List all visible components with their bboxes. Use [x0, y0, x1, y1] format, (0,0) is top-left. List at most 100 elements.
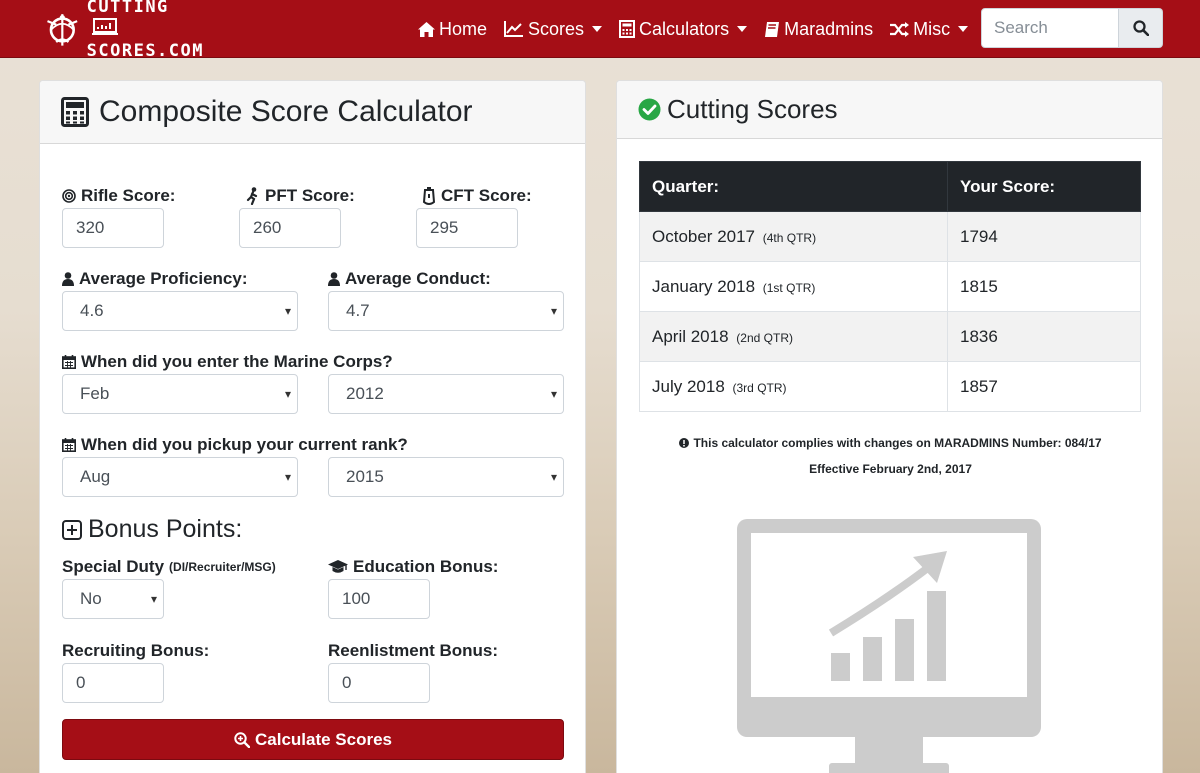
- nav-scores[interactable]: Scores: [504, 18, 603, 40]
- special-duty-label: Special Duty (DI/Recruiter/MSG): [62, 557, 276, 577]
- nav-calculators[interactable]: Calculators: [619, 19, 748, 40]
- cutting-scores-title: Cutting Scores: [667, 94, 838, 124]
- conduct-label: Average Conduct:: [328, 269, 491, 289]
- bonus-points-heading: Bonus Points:: [62, 515, 242, 544]
- calculator-card: Composite Score Calculator Rifle Score: …: [39, 80, 586, 773]
- rifle-label-text: Rifle Score:: [81, 186, 176, 205]
- nav-misc-label: Misc: [913, 18, 951, 39]
- rank-year-value: 2015: [346, 467, 384, 486]
- search-input[interactable]: [981, 8, 1119, 48]
- conduct-select[interactable]: 4.7: [328, 291, 564, 331]
- running-icon: [246, 187, 258, 205]
- calendar-icon: [62, 438, 76, 452]
- education-bonus-input[interactable]: 100: [328, 579, 430, 619]
- reenlistment-label-text: Reenlistment Bonus:: [328, 641, 499, 660]
- quarter-tag: (1st QTR): [762, 280, 816, 295]
- rifle-label: Rifle Score:: [62, 186, 175, 206]
- score-cell: 1836: [947, 311, 1141, 362]
- quarter-name: October 2017: [652, 226, 756, 246]
- calculator-icon: [619, 20, 636, 38]
- nav-maradmins[interactable]: Maradmins: [764, 19, 873, 40]
- quarter-cell: October 2017 (4th QTR): [639, 211, 948, 262]
- cutting-scores-card: Cutting Scores Quarter: Your Score: Octo…: [616, 80, 1163, 773]
- rank-year-select[interactable]: 2015: [328, 457, 564, 497]
- quarter-column-header: Quarter:: [639, 161, 948, 212]
- table-header-row: Quarter: Your Score:: [639, 161, 1141, 212]
- emblem-icon: [47, 14, 78, 46]
- random-icon: [890, 21, 910, 37]
- brand-text: CUTTING SCORES.COM: [87, 0, 204, 62]
- rank-date-label: When did you pickup your current rank?: [62, 435, 408, 455]
- recruiting-label: Recruiting Bonus:: [62, 641, 209, 661]
- enter-month-value: Feb: [80, 384, 110, 403]
- pft-label: PFT Score:: [246, 186, 355, 206]
- proficiency-label-text: Average Proficiency:: [79, 269, 248, 288]
- education-label-text: Education Bonus:: [353, 557, 499, 576]
- chevron-down-icon: [958, 26, 969, 32]
- effective-date-text: Effective February 2nd, 2017: [809, 462, 972, 476]
- cft-score-input[interactable]: 295: [416, 208, 518, 248]
- quarter-cell: July 2018 (3rd QTR): [639, 361, 948, 412]
- special-duty-value: No: [80, 589, 102, 608]
- conduct-label-text: Average Conduct:: [345, 269, 491, 288]
- nav-misc[interactable]: Misc: [890, 18, 969, 40]
- chart-icon: [504, 21, 524, 37]
- brand-logo[interactable]: CUTTING SCORES.COM: [44, 0, 204, 61]
- user-icon: [328, 272, 340, 286]
- reenlistment-label: Reenlistment Bonus:: [328, 641, 498, 661]
- recruiting-bonus-input[interactable]: 0: [62, 663, 164, 703]
- maradmin-note-text: This calculator complies with changes on…: [693, 436, 1102, 450]
- special-duty-label-text: Special Duty: [62, 557, 165, 576]
- brand-line2: SCORES.COM: [86, 41, 204, 61]
- special-duty-select[interactable]: No: [62, 579, 164, 619]
- quarter-name: April 2018: [652, 326, 729, 346]
- graduation-cap-icon: [328, 560, 348, 573]
- chevron-down-icon: [737, 26, 748, 32]
- nav-scores-label: Scores: [528, 18, 585, 39]
- quarter-name: July 2018: [652, 376, 725, 396]
- user-icon: [62, 272, 74, 286]
- quarter-cell: January 2018 (1st QTR): [639, 261, 948, 312]
- calculate-scores-button[interactable]: Calculate Scores: [62, 719, 564, 760]
- chevron-down-icon: [592, 26, 603, 32]
- enter-year-select[interactable]: 2012: [328, 374, 564, 414]
- search-button[interactable]: [1119, 8, 1163, 48]
- brand-line1: CUTTING: [86, 0, 169, 17]
- calculator-icon: [61, 97, 89, 127]
- proficiency-label: Average Proficiency:: [62, 269, 248, 289]
- quarter-name: January 2018: [652, 276, 756, 296]
- table-row: January 2018 (1st QTR) 1815: [639, 261, 1141, 312]
- rank-date-label-text: When did you pickup your current rank?: [81, 435, 408, 454]
- info-icon: [679, 438, 690, 448]
- search-plus-icon: [234, 731, 250, 748]
- rank-month-value: Aug: [80, 467, 111, 486]
- reenlistment-bonus-input[interactable]: 0: [328, 663, 430, 703]
- home-icon: [418, 21, 435, 37]
- special-duty-sub: (DI/Recruiter/MSG): [169, 560, 276, 574]
- pft-label-text: PFT Score:: [265, 186, 355, 205]
- conduct-select-value: 4.7: [346, 301, 370, 320]
- recruiting-label-text: Recruiting Bonus:: [62, 641, 210, 660]
- calculator-header: Composite Score Calculator: [40, 81, 585, 144]
- enter-date-label: When did you enter the Marine Corps?: [62, 352, 393, 372]
- proficiency-select[interactable]: 4.6: [62, 291, 298, 331]
- proficiency-select-value: 4.6: [80, 301, 104, 320]
- search-form: [981, 8, 1163, 48]
- table-row: October 2017 (4th QTR) 1794: [639, 211, 1141, 262]
- pft-score-input[interactable]: 260: [239, 208, 341, 248]
- calculate-scores-label: Calculate Scores: [254, 729, 392, 749]
- cutting-scores-header: Cutting Scores: [617, 81, 1162, 139]
- score-cell: 1794: [947, 211, 1141, 262]
- check-circle-icon: [638, 98, 661, 121]
- enter-month-select[interactable]: Feb: [62, 374, 298, 414]
- plus-square-icon: [62, 519, 82, 540]
- education-label: Education Bonus:: [328, 557, 498, 577]
- nav-home[interactable]: Home: [418, 19, 487, 40]
- calendar-icon: [62, 355, 76, 369]
- cutting-scores-table: Quarter: Your Score: October 2017 (4th Q…: [639, 161, 1141, 412]
- table-row: April 2018 (2nd QTR) 1836: [639, 311, 1141, 362]
- nav-menu: Home Scores Calculators Maradmins Misc: [418, 0, 985, 58]
- rank-month-select[interactable]: Aug: [62, 457, 298, 497]
- bullseye-icon: [62, 189, 76, 203]
- rifle-score-input[interactable]: 320: [62, 208, 164, 248]
